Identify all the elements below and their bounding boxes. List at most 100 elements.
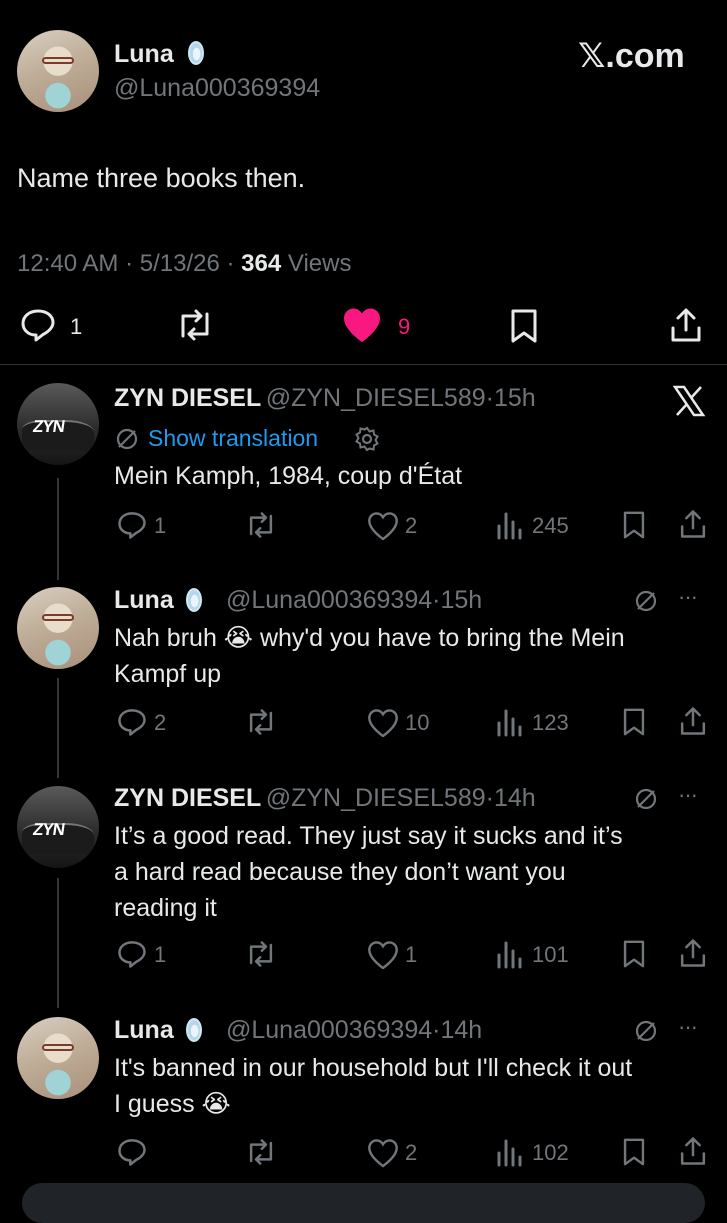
translate-icon: [116, 428, 138, 450]
views-icon[interactable]: [495, 707, 523, 737]
reply-text-line: Nah bruh 😭 why'd you have to bring the M…: [114, 624, 625, 652]
author-name[interactable]: Luna: [114, 586, 174, 614]
heart-icon[interactable]: [367, 1138, 399, 1168]
bookmark-icon[interactable]: [621, 939, 647, 969]
reply-handle-age: @Luna000369394·14h: [226, 1016, 482, 1045]
views-icon[interactable]: [495, 510, 523, 540]
share-icon[interactable]: [678, 705, 708, 737]
reply-count: 2: [154, 710, 167, 735]
views-icon[interactable]: [495, 939, 523, 969]
reply-icon[interactable]: [117, 939, 147, 969]
verified-badge-icon: [188, 41, 204, 65]
thread-line: [57, 678, 59, 778]
show-translation-link[interactable]: Show translation: [148, 425, 318, 452]
reply-text: Mein Kamph, 1984, coup d'État: [114, 462, 463, 490]
view-count: 101: [532, 942, 569, 967]
translate-icon[interactable]: [633, 786, 659, 812]
retweet-icon[interactable]: [244, 511, 278, 539]
reply-age[interactable]: 14h: [494, 784, 536, 812]
reply-text: Nah bruh 😭 why'd you have to bring the M…: [114, 620, 625, 692]
tweet-text: Name three books then.: [17, 163, 306, 193]
views-icon[interactable]: [495, 1137, 523, 1167]
author-handle[interactable]: @Luna000369394: [114, 74, 320, 103]
retweet-icon[interactable]: [244, 1138, 278, 1166]
bookmark-icon[interactable]: [621, 510, 647, 540]
tweet-meta: 12:40 AM · 5/13/26 · 364 Views: [17, 250, 351, 278]
bookmark-icon[interactable]: [508, 308, 540, 344]
author-handle[interactable]: @ZYN_DIESEL589: [266, 384, 486, 412]
reply-count: 1: [70, 314, 83, 339]
view-count: 123: [532, 710, 569, 735]
gear-icon[interactable]: [354, 426, 380, 452]
share-icon[interactable]: [678, 508, 708, 540]
translate-icon[interactable]: [633, 588, 659, 614]
like-count: 10: [405, 710, 430, 735]
view-count: 102: [532, 1140, 569, 1165]
avatar[interactable]: [17, 30, 99, 112]
brand-watermark: 𝕏.com: [578, 37, 685, 75]
reply-age[interactable]: 15h: [494, 384, 536, 412]
retweet-icon[interactable]: [175, 308, 215, 342]
avatar[interactable]: ZYN: [17, 383, 99, 465]
separator: ·: [226, 250, 235, 277]
author-handle[interactable]: @Luna000369394: [226, 586, 432, 614]
view-count: 245: [532, 513, 569, 538]
divider: [0, 364, 727, 365]
reply-icon[interactable]: [117, 1137, 147, 1167]
thread-line: [57, 878, 59, 1008]
reply-header: Luna: [114, 586, 174, 615]
avatar[interactable]: [17, 1017, 99, 1099]
author-name[interactable]: ZYN DIESEL: [114, 384, 261, 412]
views-count: 364: [241, 250, 282, 277]
heart-icon[interactable]: [367, 511, 399, 541]
reply-age[interactable]: 15h: [440, 586, 482, 614]
avatar[interactable]: [17, 587, 99, 669]
reply-icon[interactable]: [117, 510, 147, 540]
verified-badge-icon: [186, 1018, 202, 1042]
avatar-logo-text: ZYN: [32, 820, 66, 840]
tweet-time[interactable]: 12:40 AM: [17, 250, 118, 277]
more-options-button[interactable]: ···: [678, 782, 698, 808]
verified-badge-icon: [186, 588, 202, 612]
author-handle[interactable]: @Luna000369394: [226, 1016, 432, 1044]
reply-icon[interactable]: [20, 308, 56, 342]
reply-icon[interactable]: [117, 707, 147, 737]
reply-text: It's banned in our household but I'll ch…: [114, 1050, 632, 1122]
bookmark-icon[interactable]: [621, 1137, 647, 1167]
reply-text-line: It's banned in our household but I'll ch…: [114, 1054, 633, 1082]
reply-composer-bar[interactable]: [22, 1183, 705, 1223]
share-icon[interactable]: [678, 937, 708, 969]
more-options-button[interactable]: ···: [678, 1014, 698, 1040]
share-icon[interactable]: [678, 1135, 708, 1167]
reply-count: 1: [154, 513, 167, 538]
heart-icon[interactable]: [367, 708, 399, 738]
separator: ·: [485, 784, 494, 812]
retweet-icon[interactable]: [244, 708, 278, 736]
heart-icon[interactable]: [367, 940, 399, 970]
retweet-icon[interactable]: [244, 940, 278, 968]
reply-count: 1: [154, 942, 167, 967]
like-count: 2: [405, 513, 418, 538]
like-count: 2: [405, 1140, 418, 1165]
reply-header: ZYN DIESEL @ZYN_DIESEL589·15h: [114, 384, 536, 413]
tweet-date[interactable]: 5/13/26: [140, 250, 220, 277]
reply-header: ZYN DIESEL @ZYN_DIESEL589·14h: [114, 784, 536, 813]
heart-filled-icon[interactable]: [341, 306, 383, 344]
avatar[interactable]: ZYN: [17, 786, 99, 868]
reply-header: Luna: [114, 1016, 174, 1045]
more-options-button[interactable]: ···: [678, 584, 698, 610]
reply-text-line: Kampf up: [114, 660, 222, 688]
x-logo-icon[interactable]: [672, 385, 706, 417]
views-label: Views: [287, 250, 352, 277]
reply-age[interactable]: 14h: [440, 1016, 482, 1044]
author-handle[interactable]: @ZYN_DIESEL589: [266, 784, 486, 812]
separator: ·: [485, 384, 494, 412]
author-name[interactable]: Luna: [114, 1016, 174, 1044]
author-name[interactable]: Luna: [114, 40, 174, 69]
like-count: 9: [398, 314, 411, 339]
translate-icon[interactable]: [633, 1018, 659, 1044]
separator: ·: [125, 250, 134, 277]
bookmark-icon[interactable]: [621, 707, 647, 737]
author-name[interactable]: ZYN DIESEL: [114, 784, 261, 812]
share-icon[interactable]: [668, 306, 704, 344]
